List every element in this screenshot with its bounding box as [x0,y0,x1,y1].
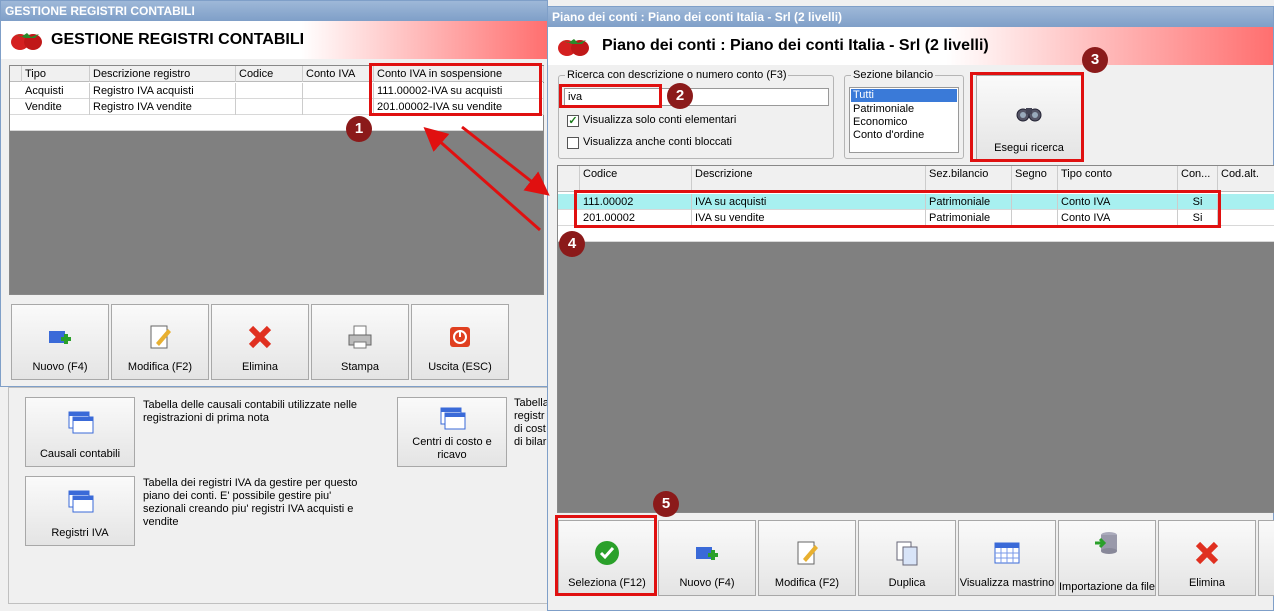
checkbox-checked-icon: ✓ [567,115,579,127]
strawberry-logo-icon [558,39,589,56]
left-window: GESTIONE REGISTRI CONTABILI GESTIONE REG… [0,0,548,387]
col-conto-iva[interactable]: Conto IVA [303,66,374,82]
uscita-button[interactable]: Uscita (ESC) [411,304,509,380]
centri-costo-button[interactable]: Centri di costo e ricavo [397,397,507,467]
printer-icon [348,325,372,349]
step-badge-1: 1 [346,116,372,142]
right-window-header: Piano dei conti : Piano dei conti Italia… [548,27,1273,65]
nuovo-button[interactable]: Nuovo (F4) [658,520,756,596]
highlight-box-seleziona [555,515,657,596]
causali-description: Tabella delle causali contabili utilizza… [143,399,358,424]
centri-description: Tabella registr di cost di bilar [514,397,548,448]
table-window-icon [68,411,94,434]
sezione-listbox[interactable]: Tutti Patrimoniale Economico Conto d'ord… [849,87,959,153]
elimina-button[interactable]: Elimina [211,304,309,380]
modifica-button[interactable]: Modifica (F2) [758,520,856,596]
highlight-box-esegui [970,72,1084,162]
left-window-header: GESTIONE REGISTRI CONTABILI [1,21,547,59]
col-codice[interactable]: Codice [236,66,303,82]
calendar-grid-icon [994,542,1020,564]
cell-tipo: Vendite [22,99,90,115]
delete-x-icon [1195,541,1219,565]
step-badge-3: 3 [1082,47,1108,73]
new-window-icon [696,547,718,560]
step-badge-5: 5 [653,491,679,517]
stampa-button[interactable]: Stampa [311,304,409,380]
cell-tipo: Acquisti [22,83,90,99]
table-row-empty[interactable] [558,226,1274,242]
delete-x-icon [248,325,272,349]
highlight-box-search [559,84,662,108]
grid-empty-area [558,242,1274,512]
col-descrizione[interactable]: Descrizione registro [90,66,236,82]
importazione-button[interactable]: Importazione da file [1058,520,1156,596]
duplica-button[interactable]: Duplica [858,520,956,596]
step-badge-2: 2 [667,83,693,109]
power-exit-icon [450,327,470,347]
step-badge-4: 4 [559,231,585,257]
cell-conto-iva [303,99,374,115]
col-descrizione[interactable]: Descrizione [692,166,926,192]
cell-descrizione: Registro IVA vendite [90,99,236,115]
cell-cod-alt [1218,194,1274,210]
conti-grid-header: Codice Descrizione Sez.bilancio Segno Ti… [558,166,1274,192]
sezione-option[interactable]: Conto d'ordine [850,129,958,142]
causali-contabili-button[interactable]: Causali contabili [25,397,135,467]
strawberry-logo-icon [11,33,42,50]
database-import-icon [1095,532,1117,554]
duplicate-icon [896,541,918,566]
col-codice[interactable]: Codice [580,166,692,192]
cell-conto-iva [303,83,374,99]
table-window-icon [68,490,94,513]
visualizza-mastrino-button[interactable]: Visualizza mastrino [958,520,1056,596]
grid-empty-area [10,131,543,294]
edit-icon [150,325,171,349]
highlight-box-rows [574,190,1221,228]
new-window-icon [49,331,71,344]
cell-descrizione: Registro IVA acquisti [90,83,236,99]
background-panel: Causali contabili Tabella delle causali … [0,387,548,611]
modifica-button[interactable]: Modifica (F2) [111,304,209,380]
right-window-title: Piano dei conti : Piano dei conti Italia… [602,37,989,54]
right-window-titlebar: Piano dei conti : Piano dei conti Italia… [548,7,1273,27]
highlight-box-sospensione [369,63,542,116]
left-window-title: GESTIONE REGISTRI CONTABILI [51,31,305,48]
registri-iva-button[interactable]: Registri IVA [25,476,135,546]
checkbox-unchecked-icon [567,137,579,149]
cell-codice [236,99,303,115]
table-window-icon [440,407,466,430]
col-con[interactable]: Con... [1178,166,1218,192]
left-window-titlebar: GESTIONE REGISTRI CONTABILI [1,1,547,21]
toolbar-overflow-button[interactable] [1258,520,1274,596]
sezione-option[interactable]: Patrimoniale [850,103,958,116]
nuovo-button[interactable]: Nuovo (F4) [11,304,109,380]
elimina-button[interactable]: Elimina [1158,520,1256,596]
sezione-option[interactable]: Tutti [851,89,957,102]
edit-icon [797,541,818,565]
col-tipo-conto[interactable]: Tipo conto [1058,166,1178,192]
col-cod-alt[interactable]: Cod.alt. [1218,166,1274,192]
registri-description: Tabella dei registri IVA da gestire per … [143,477,358,528]
cell-cod-alt [1218,210,1274,226]
table-row-empty[interactable] [10,115,543,131]
col-tipo[interactable]: Tipo [22,66,90,82]
col-sez-bilancio[interactable]: Sez.bilancio [926,166,1012,192]
cell-codice [236,83,303,99]
sezione-option[interactable]: Economico [850,116,958,129]
col-segno[interactable]: Segno [1012,166,1058,192]
